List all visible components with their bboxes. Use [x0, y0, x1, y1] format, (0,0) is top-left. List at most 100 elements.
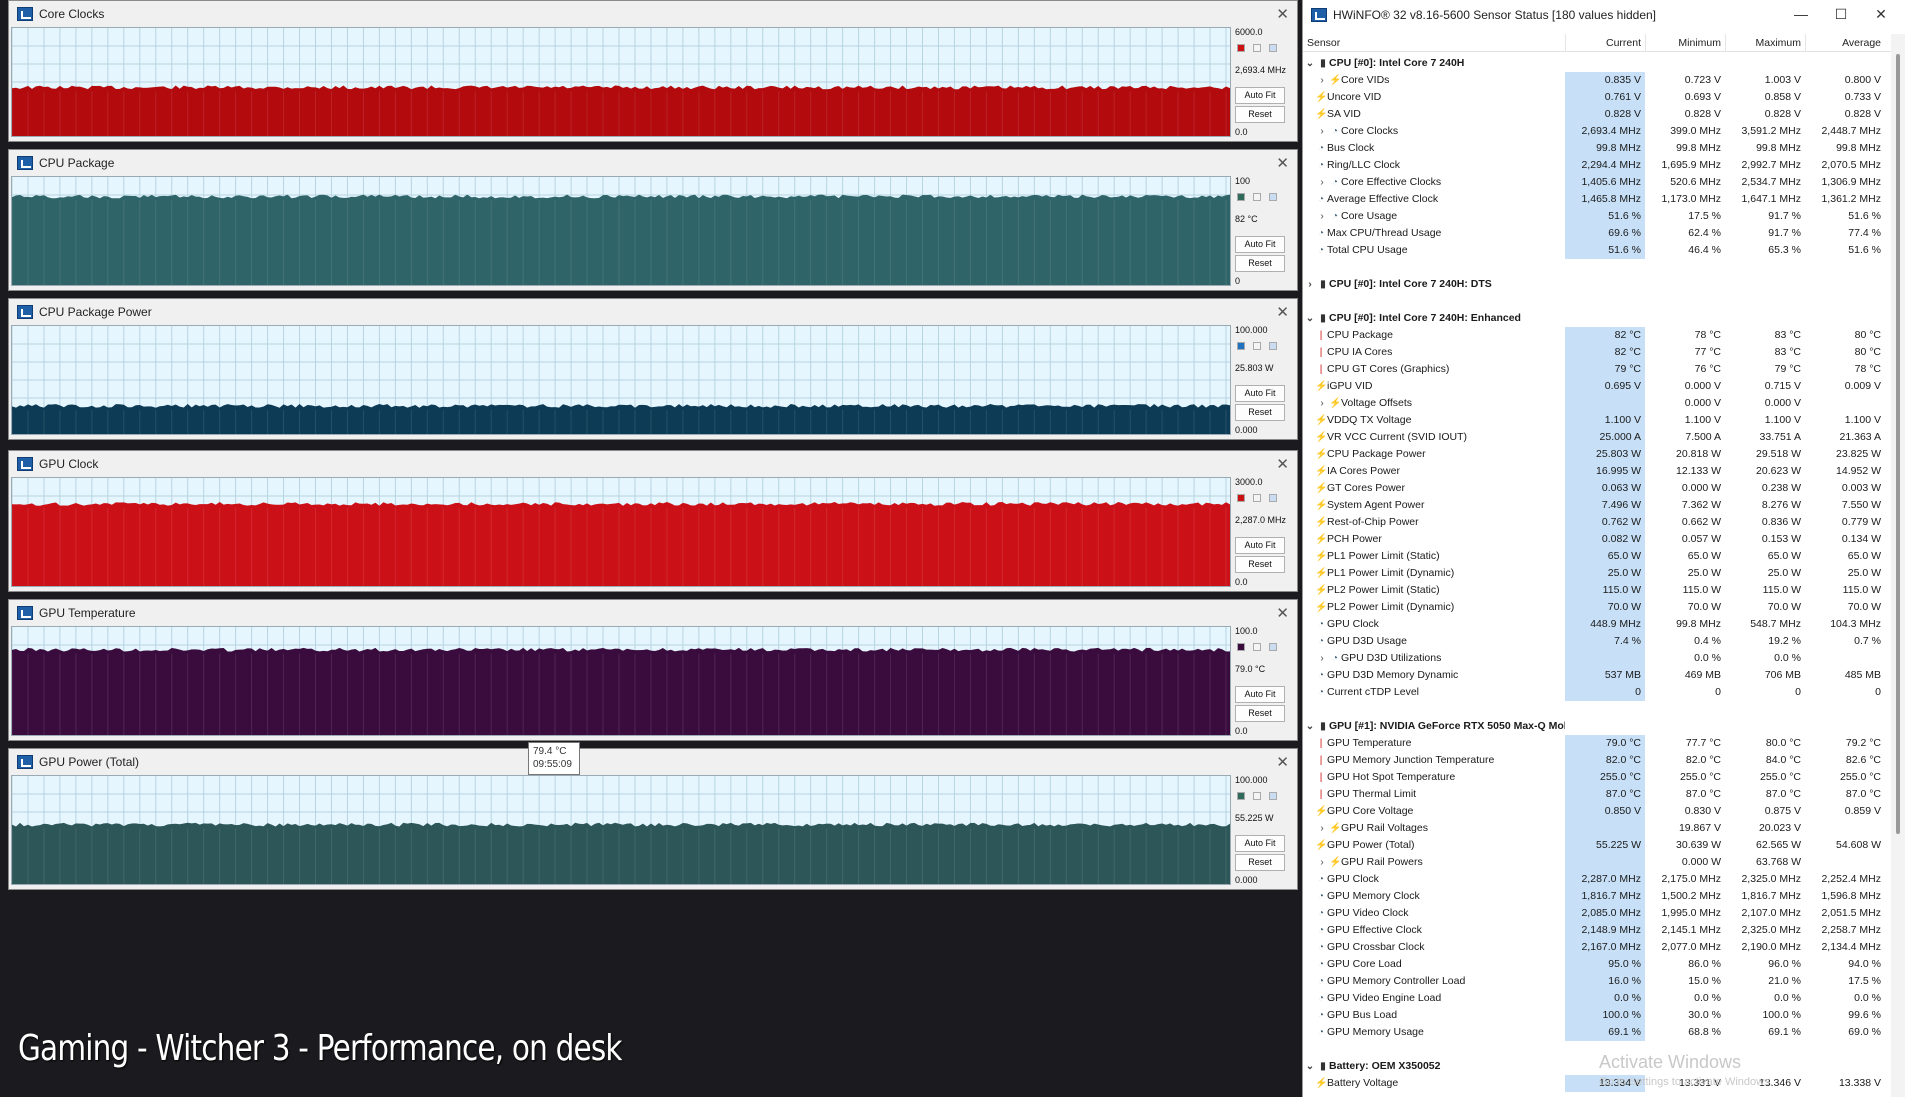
sensor-row[interactable]: | GPU Memory Junction Temperature 82.0 °C 8…: [1303, 752, 1891, 769]
sensor-row[interactable]: ◔ GPU D3D Usage 7.4 % 0.4 % 19.2 % 0.7 %: [1303, 633, 1891, 650]
sensor-group-row[interactable]: ⌄ ▮ GPU [#1]: NVIDIA GeForce RTX 5050 Max-…: [1303, 718, 1891, 735]
sensor-row[interactable]: ◔ GPU Clock 2,287.0 MHz 2,175.0 MHz 2,325.0 …: [1303, 871, 1891, 888]
sensor-row[interactable]: › ⚡ Core VIDs 0.835 V 0.723 V 1.003 V 0.800 V: [1303, 72, 1891, 89]
reset-button[interactable]: Reset: [1235, 404, 1285, 421]
reset-button[interactable]: Reset: [1235, 106, 1285, 123]
chevron-right-icon[interactable]: ›: [1303, 276, 1317, 293]
sensor-row[interactable]: › ◔ GPU D3D Utilizations 0.0 % 0.0 %: [1303, 650, 1891, 667]
swatch-empty[interactable]: [1253, 643, 1261, 651]
auto-fit-button[interactable]: Auto Fit: [1235, 236, 1285, 253]
sensor-row[interactable]: ⚡ SA VID 0.828 V 0.828 V 0.828 V 0.828 V: [1303, 106, 1891, 123]
vertical-scrollbar[interactable]: [1891, 34, 1905, 1097]
series-color-swatch[interactable]: [1237, 494, 1245, 502]
sensor-row[interactable]: ◔ GPU Effective Clock 2,148.9 MHz 2,145.1 M…: [1303, 922, 1891, 939]
swatch-empty[interactable]: [1253, 792, 1261, 800]
sensor-row[interactable]: ⚡ PL1 Power Limit (Static) 65.0 W 65.0 W 65.…: [1303, 548, 1891, 565]
chevron-right-icon[interactable]: ›: [1315, 395, 1329, 412]
sensor-row[interactable]: ⚡ Rest-of-Chip Power 0.762 W 0.662 W 0.836 W…: [1303, 514, 1891, 531]
sensor-row[interactable]: ⚡ VR VCC Current (SVID IOUT) 25.000 A 7.500…: [1303, 429, 1891, 446]
sensor-group-row[interactable]: ⌄ ▮ CPU [#0]: Intel Core 7 240H: Enhanced: [1303, 310, 1891, 327]
sensor-row[interactable]: › ⚡ Voltage Offsets 0.000 V 0.000 V: [1303, 395, 1891, 412]
sensor-row[interactable]: › ◔ Core Effective Clocks 1,405.6 MHz 520.6 …: [1303, 174, 1891, 191]
sensor-row[interactable]: ⚡ GT Cores Power 0.063 W 0.000 W 0.238 W 0.00…: [1303, 480, 1891, 497]
chevron-right-icon[interactable]: ›: [1315, 123, 1329, 140]
swatch-blue[interactable]: [1269, 792, 1277, 800]
sensor-row[interactable]: | CPU IA Cores 82 °C 77 °C 83 °C 80 °C: [1303, 344, 1891, 361]
chevron-down-icon[interactable]: ⌄: [1303, 310, 1317, 327]
chevron-down-icon[interactable]: ⌄: [1303, 718, 1317, 735]
close-icon[interactable]: ✕: [1276, 5, 1289, 23]
swatch-blue[interactable]: [1269, 494, 1277, 502]
sensor-row[interactable]: ⚡ GPU Power (Total) 55.225 W 30.639 W 62.565…: [1303, 837, 1891, 854]
series-color-swatch[interactable]: [1237, 44, 1245, 52]
minimize-icon[interactable]: —: [1781, 6, 1821, 22]
sensor-row[interactable]: | GPU Hot Spot Temperature 255.0 °C 255.0 °…: [1303, 769, 1891, 786]
sensor-row[interactable]: ◔ Max CPU/Thread Usage 69.6 % 62.4 % 91.7 % 7…: [1303, 225, 1891, 242]
sensor-row[interactable]: ⚡ GPU Core Voltage 0.850 V 0.830 V 0.875 V 0.…: [1303, 803, 1891, 820]
sensor-row[interactable]: ◔ GPU Memory Controller Load 16.0 % 15.0 % 2…: [1303, 973, 1891, 990]
sensor-row[interactable]: | GPU Thermal Limit 87.0 °C 87.0 °C 87.0 °C 8…: [1303, 786, 1891, 803]
sensor-group-row[interactable]: › ▮ CPU [#0]: Intel Core 7 240H: DTS: [1303, 276, 1891, 293]
swatch-blue[interactable]: [1269, 193, 1277, 201]
series-color-swatch[interactable]: [1237, 792, 1245, 800]
close-icon[interactable]: ✕: [1861, 6, 1901, 23]
series-color-swatch[interactable]: [1237, 342, 1245, 350]
sensor-row[interactable]: ◔ GPU Memory Usage 69.1 % 68.8 % 69.1 % 69.0 …: [1303, 1024, 1891, 1041]
sensor-row[interactable]: ⚡ PL1 Power Limit (Dynamic) 25.0 W 25.0 W 25…: [1303, 565, 1891, 582]
chevron-right-icon[interactable]: ›: [1315, 650, 1329, 667]
chevron-down-icon[interactable]: ⌄: [1303, 55, 1317, 72]
sensor-row[interactable]: ◔ Total CPU Usage 51.6 % 46.4 % 65.3 % 51.6 %: [1303, 242, 1891, 259]
close-icon[interactable]: ✕: [1276, 154, 1289, 172]
reset-button[interactable]: Reset: [1235, 854, 1285, 871]
swatch-blue[interactable]: [1269, 643, 1277, 651]
graph-titlebar[interactable]: GPU Temperature ✕: [9, 600, 1297, 626]
sensor-row[interactable]: ◔ GPU Bus Load 100.0 % 30.0 % 100.0 % 99.6 %: [1303, 1007, 1891, 1024]
sensor-row[interactable]: › ⚡ GPU Rail Voltages 19.867 V 20.023 V: [1303, 820, 1891, 837]
column-minimum[interactable]: Minimum: [1645, 34, 1725, 51]
sensor-row[interactable]: ⚡ Battery Voltage 13.334 V 13.331 V 13.346 V…: [1303, 1075, 1891, 1092]
swatch-empty[interactable]: [1253, 494, 1261, 502]
sensor-row[interactable]: ◔ GPU D3D Memory Dynamic 537 MB 469 MB 706 M…: [1303, 667, 1891, 684]
swatch-empty[interactable]: [1253, 342, 1261, 350]
close-icon[interactable]: ✕: [1276, 303, 1289, 321]
graph-titlebar[interactable]: GPU Power (Total) ✕: [9, 749, 1297, 775]
hwinfo-titlebar[interactable]: HWiNFO® 32 v8.16-5600 Sensor Status [180…: [1303, 0, 1905, 30]
chevron-down-icon[interactable]: ⌄: [1303, 1058, 1317, 1075]
column-maximum[interactable]: Maximum: [1725, 34, 1805, 51]
sensor-row[interactable]: ◔ GPU Video Engine Load 0.0 % 0.0 % 0.0 % 0.0…: [1303, 990, 1891, 1007]
column-average[interactable]: Average: [1805, 34, 1885, 51]
sensor-row[interactable]: ◔ Bus Clock 99.8 MHz 99.8 MHz 99.8 MHz 99.8 M…: [1303, 140, 1891, 157]
auto-fit-button[interactable]: Auto Fit: [1235, 87, 1285, 104]
sensor-row[interactable]: ⚡ PCH Power 0.082 W 0.057 W 0.153 W 0.134 W: [1303, 531, 1891, 548]
graph-titlebar[interactable]: GPU Clock ✕: [9, 451, 1297, 477]
sensor-row[interactable]: ◔ GPU Crossbar Clock 2,167.0 MHz 2,077.0 MH…: [1303, 939, 1891, 956]
chevron-right-icon[interactable]: ›: [1315, 820, 1329, 837]
graph-titlebar[interactable]: CPU Package Power ✕: [9, 299, 1297, 325]
sensor-row[interactable]: ◔ GPU Core Load 95.0 % 86.0 % 96.0 % 94.0 %: [1303, 956, 1891, 973]
sensor-group-row[interactable]: ⌄ ▮ Battery: OEM X350052: [1303, 1058, 1891, 1075]
auto-fit-button[interactable]: Auto Fit: [1235, 385, 1285, 402]
sensor-row[interactable]: | CPU Package 82 °C 78 °C 83 °C 80 °C: [1303, 327, 1891, 344]
reset-button[interactable]: Reset: [1235, 255, 1285, 272]
maximize-icon[interactable]: ☐: [1821, 6, 1861, 23]
sensor-row[interactable]: ◔ Ring/LLC Clock 2,294.4 MHz 1,695.9 MHz 2,9…: [1303, 157, 1891, 174]
sensor-row[interactable]: | GPU Temperature 79.0 °C 77.7 °C 80.0 °C 79.…: [1303, 735, 1891, 752]
reset-button[interactable]: Reset: [1235, 556, 1285, 573]
auto-fit-button[interactable]: Auto Fit: [1235, 537, 1285, 554]
sensor-row[interactable]: ⚡ PL2 Power Limit (Dynamic) 70.0 W 70.0 W 70…: [1303, 599, 1891, 616]
sensor-group-row[interactable]: ⌄ ▮ CPU [#0]: Intel Core 7 240H: [1303, 55, 1891, 72]
chevron-right-icon[interactable]: ›: [1315, 208, 1329, 225]
sensor-row[interactable]: ⚡ IA Cores Power 16.995 W 12.133 W 20.623 W 1…: [1303, 463, 1891, 480]
scrollbar-thumb[interactable]: [1896, 54, 1900, 834]
sensor-row[interactable]: | CPU GT Cores (Graphics) 79 °C 76 °C 79 °C 7…: [1303, 361, 1891, 378]
swatch-blue[interactable]: [1269, 342, 1277, 350]
chevron-right-icon[interactable]: ›: [1315, 174, 1329, 191]
series-color-swatch[interactable]: [1237, 193, 1245, 201]
sensor-row[interactable]: ◔ GPU Memory Clock 1,816.7 MHz 1,500.2 MHz 1…: [1303, 888, 1891, 905]
auto-fit-button[interactable]: Auto Fit: [1235, 686, 1285, 703]
sensor-row[interactable]: › ◔ Core Usage 51.6 % 17.5 % 91.7 % 51.6 %: [1303, 208, 1891, 225]
sensor-row[interactable]: ⚡ CPU Package Power 25.803 W 20.818 W 29.518…: [1303, 446, 1891, 463]
sensor-row[interactable]: ⚡ Uncore VID 0.761 V 0.693 V 0.858 V 0.733 V: [1303, 89, 1891, 106]
series-color-swatch[interactable]: [1237, 643, 1245, 651]
graph-titlebar[interactable]: CPU Package ✕: [9, 150, 1297, 176]
